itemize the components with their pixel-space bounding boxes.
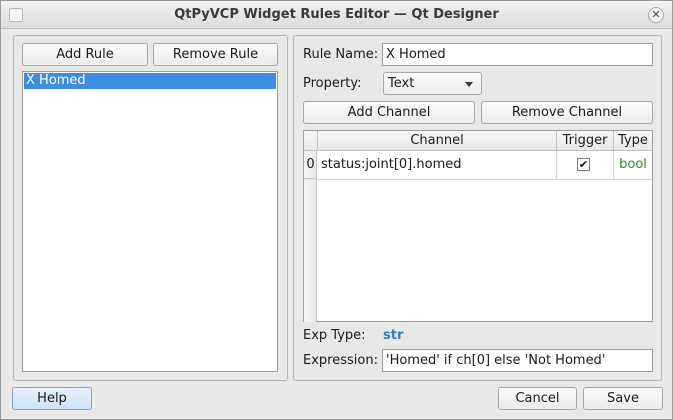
close-icon[interactable]: ✕ bbox=[648, 7, 664, 23]
channel-cell[interactable]: status:joint[0].homed bbox=[318, 151, 557, 180]
cancel-button[interactable]: Cancel bbox=[498, 387, 577, 410]
column-header-channel[interactable]: Channel bbox=[318, 131, 557, 151]
property-select-value: Text bbox=[388, 76, 415, 91]
rules-list[interactable]: X Homed bbox=[22, 71, 278, 372]
remove-rule-button[interactable]: Remove Rule bbox=[153, 43, 278, 66]
window-title: QtPyVCP Widget Rules Editor — Qt Designe… bbox=[174, 7, 499, 22]
table-corner bbox=[304, 131, 318, 151]
rule-list-item[interactable]: X Homed bbox=[24, 73, 276, 89]
help-button[interactable]: Help bbox=[12, 387, 92, 410]
column-header-type[interactable]: Type bbox=[614, 131, 652, 151]
add-rule-button[interactable]: Add Rule bbox=[22, 43, 148, 66]
type-cell[interactable]: bool bbox=[614, 151, 652, 180]
row-index[interactable]: 0 bbox=[304, 151, 317, 179]
channels-table[interactable]: Channel Trigger Type 0 status:joint[0].h… bbox=[303, 130, 653, 322]
property-select[interactable]: Text bbox=[383, 72, 482, 95]
row-header-column: 0 bbox=[304, 151, 317, 322]
trigger-checkbox[interactable]: ✔ bbox=[577, 158, 590, 171]
exp-type-value: str bbox=[383, 328, 404, 343]
dialog-window: QtPyVCP Widget Rules Editor — Qt Designe… bbox=[0, 0, 673, 420]
save-button[interactable]: Save bbox=[583, 387, 663, 410]
title-bar: QtPyVCP Widget Rules Editor — Qt Designe… bbox=[1, 1, 672, 29]
rule-name-label: Rule Name: bbox=[303, 47, 379, 62]
expression-input[interactable]: 'Homed' if ch[0] else 'Not Homed' bbox=[382, 349, 653, 372]
add-channel-button[interactable]: Add Channel bbox=[303, 101, 475, 124]
exp-type-label: Exp Type: bbox=[303, 328, 366, 343]
rule-name-input[interactable]: X Homed bbox=[382, 43, 653, 66]
column-header-trigger[interactable]: Trigger bbox=[557, 131, 614, 151]
remove-channel-button[interactable]: Remove Channel bbox=[481, 101, 653, 124]
property-label: Property: bbox=[303, 76, 362, 91]
chevron-down-icon bbox=[465, 82, 473, 87]
expression-label: Expression: bbox=[303, 353, 378, 368]
trigger-cell[interactable]: ✔ bbox=[557, 151, 614, 180]
